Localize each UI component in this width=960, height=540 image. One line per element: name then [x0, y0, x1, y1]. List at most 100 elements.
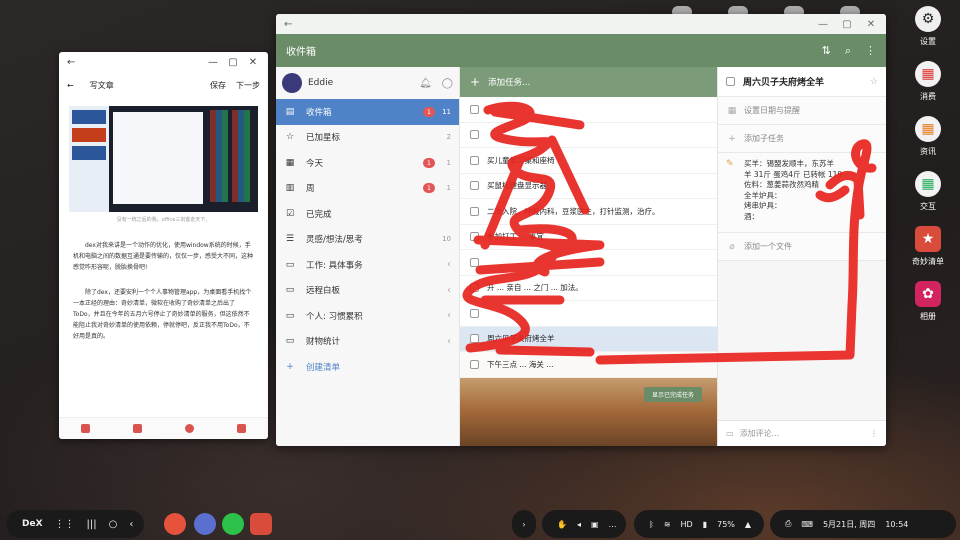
task-note[interactable]: ✎ 买羊：锡盟发顺丰，东苏羊羊 31斤 蛋鸡4斤 已转帐 119 佐料：葱姜蒜孜然…	[718, 153, 886, 233]
chevron-left-icon[interactable]: ‹	[447, 310, 451, 321]
chat-bubble-icon[interactable]: ◯	[442, 78, 453, 89]
sound-icon[interactable]: ◂	[577, 520, 581, 529]
avatar[interactable]	[282, 73, 302, 93]
chevron-left-icon[interactable]: ‹	[447, 285, 451, 296]
sidebar-item[interactable]: ☆ 已加星标 2	[276, 125, 459, 151]
task-checkbox[interactable]	[470, 130, 479, 140]
task-row[interactable]	[460, 250, 717, 276]
back-arrow-icon[interactable]: ←	[67, 57, 75, 68]
wifi-icon[interactable]: ≋	[664, 520, 671, 529]
task-checkbox[interactable]	[470, 308, 479, 318]
task-row[interactable]: 下午三点 ... 海关 ...	[460, 352, 717, 378]
bixby-taskbar-icon[interactable]	[194, 513, 216, 535]
sidebar-item[interactable]: ☰ 灵感/想法/思考 10	[276, 227, 459, 253]
show-completed-button[interactable]: 显示已完成任务	[644, 387, 703, 402]
task-row[interactable]	[460, 97, 717, 123]
task-row[interactable]: 买鼠标键盘显示器	[460, 173, 717, 199]
save-button[interactable]: 保存	[210, 80, 226, 91]
dock-item-interaction[interactable]: ▦ 交互	[906, 171, 950, 212]
recents-icon[interactable]: |||	[87, 519, 97, 530]
create-list-button[interactable]: + 创建清单	[276, 354, 459, 380]
more-vertical-icon[interactable]: ⋮	[870, 429, 878, 438]
wunderlist-star-taskbar-icon[interactable]	[250, 513, 272, 535]
task-checkbox[interactable]	[470, 155, 479, 165]
back-arrow-icon[interactable]: ←	[284, 19, 292, 30]
keyboard-icon[interactable]: ⌨	[801, 520, 813, 529]
task-row[interactable]	[460, 122, 717, 148]
add-subtask-row[interactable]: + 添加子任务	[718, 125, 886, 153]
wunderlist-taskbar-icon[interactable]	[164, 513, 186, 535]
task-row[interactable]: 参加打工 ... 事宜	[460, 224, 717, 250]
task-checkbox[interactable]	[470, 232, 479, 242]
wunderlist-icon: ★	[915, 226, 941, 252]
dock-item-settings[interactable]: ⚙ 设置	[906, 6, 950, 47]
dock-item-gallery[interactable]: ✿ 相册	[906, 281, 950, 322]
task-row[interactable]: 买儿童学习桌和座椅	[460, 148, 717, 174]
sidebar-item[interactable]: ▥ 周 1 1	[276, 176, 459, 202]
sidebar-item[interactable]: ▭ 远程白板 ‹	[276, 278, 459, 304]
task-row[interactable]	[460, 301, 717, 327]
task-row[interactable]: 开 ... 亲自 ... 之门 ... 加法。	[460, 275, 717, 301]
bell-icon[interactable]: 🔔︎	[419, 78, 432, 89]
task-checkbox[interactable]	[470, 104, 479, 114]
add-task-input[interactable]: + 添加任务...	[460, 67, 717, 97]
due-date-row[interactable]: ▦ 设置日期与提醒	[718, 97, 886, 125]
touch-icon[interactable]: ✋	[557, 520, 567, 529]
task-checkbox[interactable]	[470, 334, 479, 344]
task-checkbox[interactable]	[726, 77, 735, 86]
image-caption: 没有一统之后的我，office三剑客走天下。	[116, 217, 211, 223]
home-icon[interactable]: ○	[109, 519, 118, 530]
minimize-icon[interactable]: —	[816, 19, 830, 30]
sidebar-item[interactable]: ▤ 收件箱 1 11	[276, 99, 459, 125]
task-checkbox[interactable]	[470, 283, 479, 293]
star-icon[interactable]: ☆	[870, 77, 878, 87]
sidebar-item[interactable]: ▭ 个人: 习惯累积 ‹	[276, 303, 459, 329]
task-checkbox[interactable]	[470, 257, 479, 267]
chevron-up-icon[interactable]: ▲	[745, 520, 751, 529]
dock-item-shopping[interactable]: ▦ 消费	[906, 61, 950, 102]
apps-grid-icon[interactable]: ⋮⋮	[55, 519, 75, 530]
back-icon[interactable]: ‹	[129, 519, 133, 530]
emoji-icon[interactable]	[185, 424, 195, 433]
more-vertical-icon[interactable]: ⋮	[865, 44, 876, 57]
screenshot-icon[interactable]: ⎙	[785, 519, 791, 529]
expand-tray-button[interactable]: ›	[512, 510, 536, 538]
dock-item-wunderlist[interactable]: ★ 奇妙清单	[906, 226, 950, 267]
minimize-icon[interactable]: —	[206, 57, 220, 68]
comment-input[interactable]: ▭ 添加评论... ⋮	[718, 420, 886, 446]
sort-icon[interactable]: ⇅	[822, 44, 831, 57]
bluetooth-icon[interactable]: ᛒ	[649, 520, 654, 529]
close-icon[interactable]: ✕	[864, 19, 878, 30]
chevron-left-icon[interactable]: ‹	[447, 336, 451, 347]
phone-taskbar-icon[interactable]	[222, 513, 244, 535]
detail-title[interactable]: 周六贝子夫府烤全羊	[743, 75, 824, 88]
next-step-button[interactable]: 下一步	[236, 80, 260, 91]
image-icon[interactable]	[132, 424, 142, 433]
maximize-icon[interactable]: ▢	[840, 19, 854, 30]
search-icon[interactable]: ⌕	[845, 44, 851, 58]
task-row[interactable]: 二次入院，呼吸内科，豆浆医生，打针监测，治疗。	[460, 199, 717, 225]
user-header[interactable]: Eddie 🔔︎ ◯	[276, 67, 459, 99]
chevron-left-icon[interactable]: ‹	[447, 259, 451, 270]
maximize-icon[interactable]: ▢	[226, 57, 240, 68]
dock-item-news[interactable]: ▦ 资讯	[906, 116, 950, 157]
task-checkbox[interactable]	[470, 181, 479, 191]
sidebar-item-label: 今天	[306, 158, 324, 169]
close-icon[interactable]: ✕	[246, 57, 260, 68]
task-checkbox[interactable]	[470, 206, 479, 216]
bag-icon[interactable]	[237, 424, 247, 433]
sidebar-item[interactable]: ▦ 今天 1 1	[276, 150, 459, 176]
article-body[interactable]: dex对我来讲是一个动作的优化，使用window系统的时候，手机和电脑之间的数据…	[59, 240, 268, 342]
sidebar-item[interactable]: ▭ 工作: 具体事务 ‹	[276, 252, 459, 278]
task-row[interactable]: 周六贝子夫府烤全羊	[460, 326, 717, 352]
font-icon[interactable]	[80, 424, 90, 433]
gallery-icon: ✿	[915, 281, 941, 307]
add-file-row[interactable]: ⌀ 添加一个文件	[718, 233, 886, 261]
more-horizontal-icon[interactable]: …	[609, 520, 617, 529]
task-checkbox[interactable]	[470, 359, 479, 369]
dex-label[interactable]: DeX	[22, 519, 43, 529]
image-icon[interactable]: ▣	[591, 520, 599, 529]
sidebar-item[interactable]: ☑ 已完成	[276, 201, 459, 227]
sidebar-item[interactable]: ▭ 财物统计 ‹	[276, 329, 459, 355]
back-arrow-icon[interactable]: ←	[67, 81, 74, 90]
